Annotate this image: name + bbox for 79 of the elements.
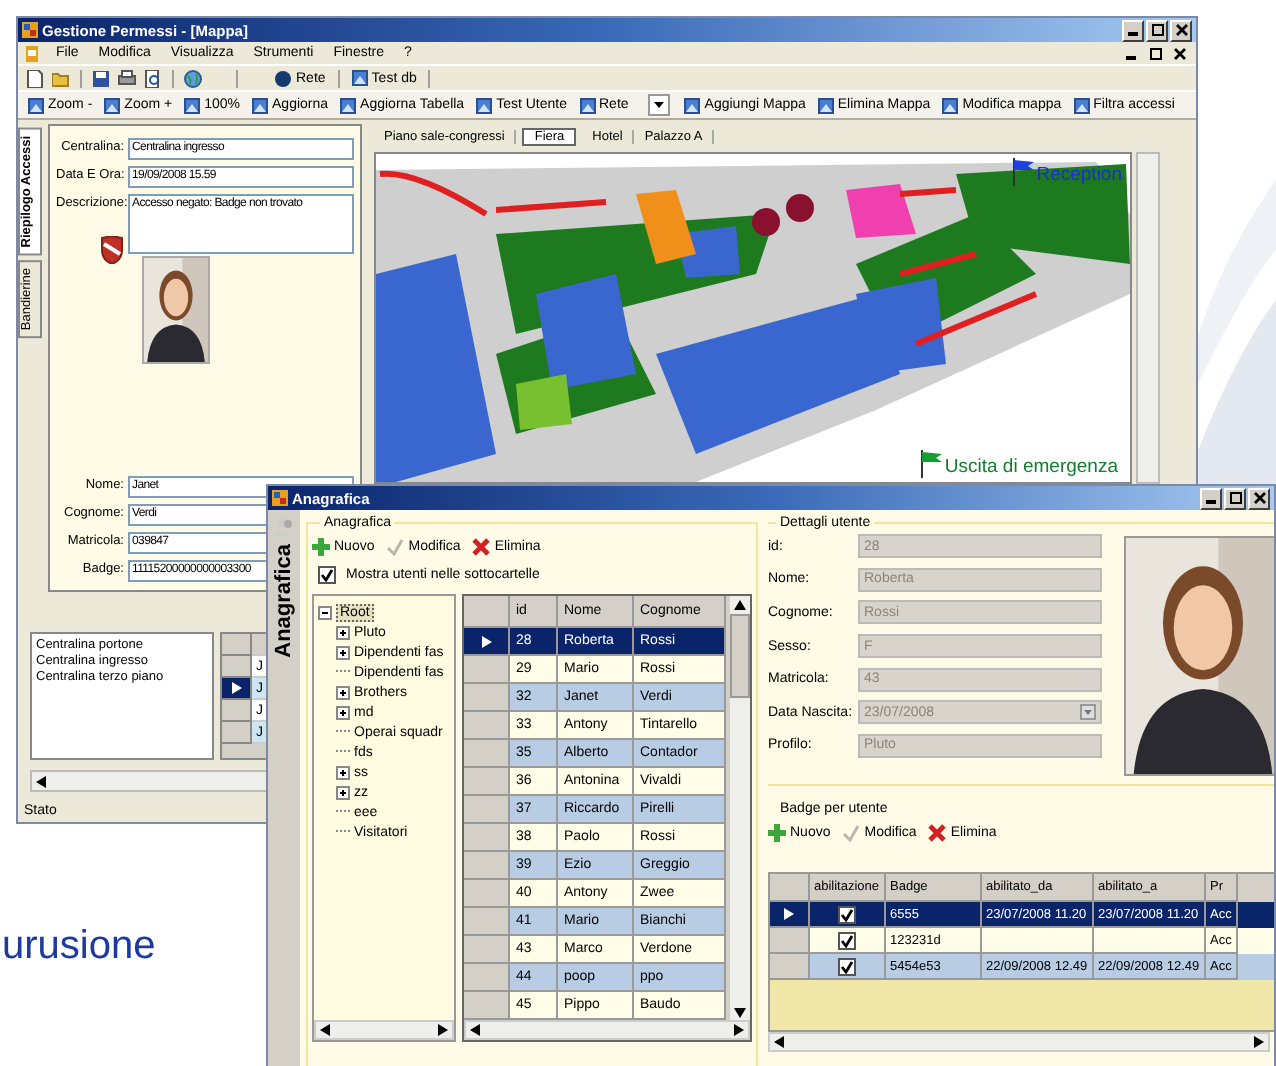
scrollbar[interactable]: [1136, 152, 1160, 484]
close-button[interactable]: [1248, 487, 1270, 509]
left-arrow-icon: [320, 1024, 330, 1036]
map-label: Uscita di emergenza: [944, 456, 1118, 478]
scrollbar[interactable]: [768, 1032, 1270, 1052]
scrollbar[interactable]: [464, 1020, 750, 1040]
left-arrow-icon: [36, 775, 46, 787]
image-icon: [942, 97, 959, 113]
row-header[interactable]: [770, 902, 810, 928]
up-arrow-icon: [734, 600, 746, 610]
close-icon: [1175, 24, 1187, 36]
close-icon: [1173, 47, 1185, 59]
image-icon: [184, 97, 201, 113]
row-header[interactable]: [222, 678, 252, 700]
minimize-button[interactable]: [1200, 487, 1222, 509]
checkbox[interactable]: [838, 905, 856, 923]
checkbox[interactable]: [838, 931, 856, 949]
plus-icon: [312, 537, 330, 555]
scrollbar[interactable]: [730, 596, 750, 1022]
flag-icon: [920, 450, 945, 478]
left-arrow-icon: [774, 1036, 784, 1048]
dropdown-field[interactable]: [648, 94, 671, 116]
users-icon: [274, 516, 294, 536]
image-icon: [1073, 97, 1090, 113]
map-label: Reception: [1036, 164, 1122, 186]
checkbox[interactable]: [318, 565, 336, 583]
image-icon: [28, 97, 44, 113]
scrollbar[interactable]: [314, 1020, 454, 1040]
image-icon: [104, 97, 121, 113]
arrow-icon: [784, 908, 794, 920]
maximize-button[interactable]: [1144, 42, 1166, 64]
minimize-icon: [1128, 32, 1138, 36]
check-icon: [386, 537, 405, 555]
app-icon: [272, 490, 288, 506]
image-icon: [252, 97, 269, 113]
minimize-icon: [1206, 500, 1216, 504]
minimize-icon: [1126, 55, 1136, 59]
image-icon: [684, 97, 701, 113]
toolbar-button[interactable]: [182, 68, 204, 88]
toolbar-button[interactable]: [90, 68, 112, 88]
right-arrow-icon: [734, 1024, 744, 1036]
image-icon: [817, 97, 834, 113]
dropdown-icon: [1080, 704, 1096, 721]
maximize-icon: [1229, 492, 1241, 504]
maximize-button[interactable]: [1146, 19, 1168, 41]
toolbar-button[interactable]: [116, 68, 138, 88]
scrollbar-thumb[interactable]: [730, 614, 750, 698]
image-icon: [579, 97, 595, 113]
arrow-icon: [481, 635, 491, 647]
close-icon: [1253, 492, 1265, 504]
circle-icon: [274, 69, 292, 87]
right-arrow-icon: [438, 1024, 448, 1036]
down-arrow-icon: [734, 1008, 746, 1018]
flag-icon: [1012, 158, 1037, 186]
maximize-button[interactable]: [1224, 487, 1246, 509]
plus-icon: [768, 823, 786, 841]
image-icon: [340, 97, 357, 113]
close-button[interactable]: [1168, 42, 1190, 64]
app-icon: [22, 22, 38, 38]
printer-icon: [118, 69, 136, 87]
checkmark-icon: [320, 567, 334, 581]
image-icon: [351, 70, 368, 86]
row-header[interactable]: [464, 628, 510, 656]
arrow-icon: [231, 682, 241, 694]
shield-icon: [100, 236, 124, 264]
check-icon: [842, 823, 861, 841]
toolbar-button[interactable]: [142, 68, 164, 88]
close-button[interactable]: [1170, 19, 1192, 41]
cross-icon: [928, 823, 947, 841]
globe-icon: [184, 69, 202, 87]
left-arrow-icon: [470, 1024, 480, 1036]
checkbox[interactable]: [838, 957, 856, 975]
right-arrow-icon: [1254, 1036, 1264, 1048]
cross-icon: [472, 537, 491, 555]
minimize-button[interactable]: [1122, 19, 1144, 41]
caret-icon: [652, 98, 667, 112]
toolbar-button[interactable]: [24, 68, 46, 88]
slide-heading: urusione: [2, 924, 156, 970]
image-icon: [476, 97, 493, 113]
